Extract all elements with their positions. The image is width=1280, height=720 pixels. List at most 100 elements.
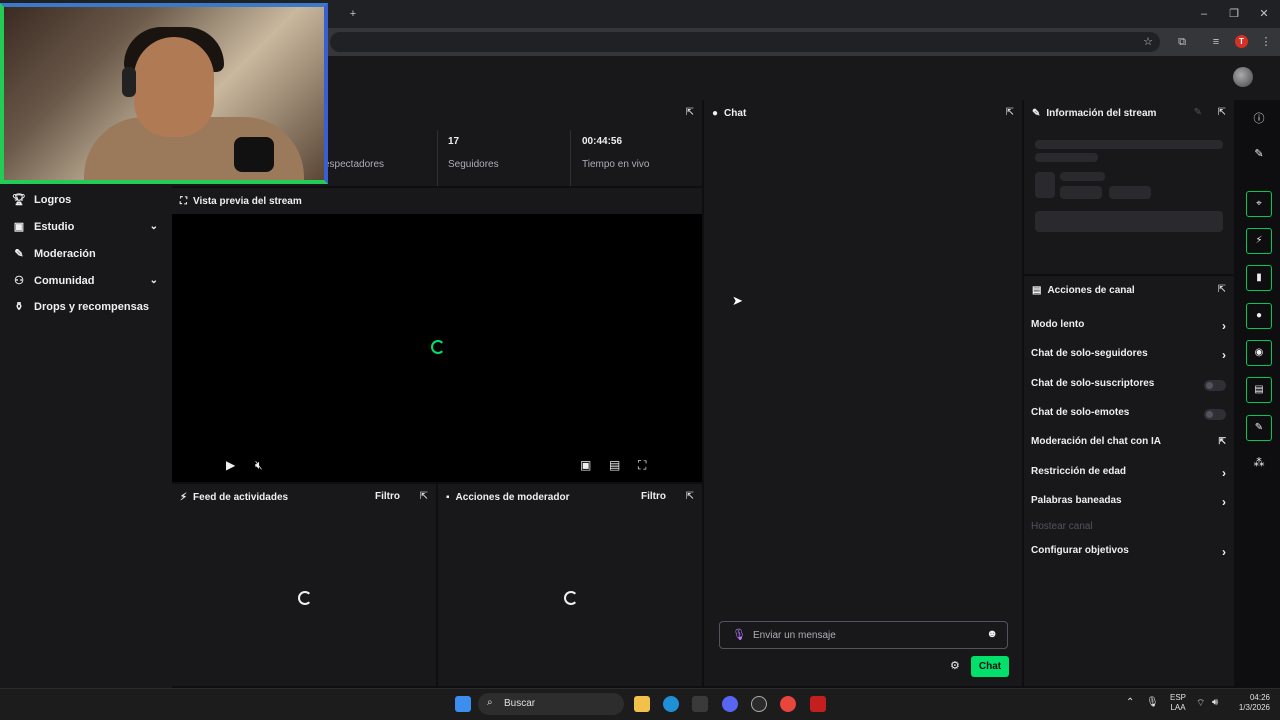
mod-actions-panel: ▪ Acciones de moderador Filtro ⇱ — [438, 484, 702, 686]
close-window-button[interactable]: ✕ — [1256, 7, 1272, 21]
chat-input[interactable]: 🎙︎ Enviar un mensaje ☻ — [719, 621, 1008, 649]
edge-icon[interactable] — [663, 696, 679, 712]
picture-in-picture-icon[interactable]: ▣ — [580, 458, 591, 472]
wifi-icon[interactable]: ⌔ — [1196, 697, 1205, 710]
emotes-only-toggle[interactable] — [1204, 409, 1226, 420]
stream-info-title: Información del stream — [1046, 107, 1157, 119]
popout-icon[interactable]: ⇱ — [686, 107, 694, 118]
action-banned-words[interactable]: Palabras baneadas › — [1031, 495, 1226, 511]
media-icon[interactable]: ≡ — [1208, 35, 1224, 49]
extensions-icon[interactable]: ⧉ — [1174, 35, 1190, 49]
action-slow-mode[interactable]: Modo lento › — [1031, 319, 1226, 335]
lang-bottom: LAA — [1170, 703, 1186, 712]
sidebar-item-drops[interactable]: ⚱ Drops y recompensas — [12, 300, 160, 314]
chevron-right-icon: › — [1222, 348, 1226, 362]
skeleton-bar — [1035, 211, 1223, 232]
sidebar-item-label: Drops y recompensas — [34, 300, 149, 313]
action-host-channel: Hostear canal — [1031, 521, 1226, 537]
lightning-icon[interactable]: ⚡︎ — [1246, 228, 1272, 254]
feed-filter-button[interactable]: Filtro — [375, 491, 400, 502]
subscribers-only-toggle[interactable] — [1204, 380, 1226, 391]
windows-start-icon[interactable] — [455, 696, 471, 712]
shield-icon: ▪ — [446, 491, 450, 503]
edit-pencil-icon[interactable]: ✎ — [1194, 107, 1202, 118]
action-label: Configurar objetivos — [1031, 545, 1129, 556]
chevron-down-icon: ⌄ — [149, 221, 158, 232]
language-indicator[interactable]: ESP LAA — [1170, 693, 1186, 713]
chevron-up-icon[interactable]: ⌃ — [1126, 697, 1134, 708]
action-followers-only[interactable]: Chat de solo-seguidores › — [1031, 348, 1226, 364]
sidebar-item-estudio[interactable]: ▣ Estudio ⌄ — [12, 220, 160, 234]
clock[interactable]: 04:26 1/3/2026 — [1232, 693, 1270, 713]
theatre-mode-icon[interactable]: ▤ — [609, 458, 620, 472]
layout-icon[interactable]: ▤ — [1246, 377, 1272, 403]
broadcast-icon[interactable]: ◉ — [1246, 340, 1272, 366]
microphone-icon[interactable]: 🎙︎ — [732, 628, 746, 641]
mute-icon[interactable]: 🔇︎ — [255, 458, 263, 473]
volume-icon[interactable]: 🔊︎ — [1212, 697, 1218, 708]
external-link-icon: ⇱ — [1218, 436, 1226, 446]
taskbar-search-label: Buscar — [504, 698, 536, 709]
user-avatar[interactable] — [1233, 67, 1253, 87]
wrench-icon[interactable]: ✎ — [1246, 415, 1272, 441]
action-ai-moderation[interactable]: Moderación del chat con IA ⇱ — [1031, 436, 1226, 452]
stat-followers-label: Seguidores — [448, 159, 499, 170]
action-configure-goals[interactable]: Configurar objetivos › — [1031, 545, 1226, 561]
sidebar-item-label: Moderación — [34, 247, 96, 260]
maximize-button[interactable]: ❐ — [1226, 7, 1242, 21]
browser-menu-icon[interactable]: ⋮ — [1258, 35, 1274, 49]
obs-icon[interactable] — [751, 696, 767, 712]
action-label: Modo lento — [1031, 319, 1085, 330]
settings-gear-icon[interactable]: ⚙ — [950, 659, 960, 672]
chat-title: Chat — [724, 107, 747, 119]
app-icon[interactable] — [810, 696, 826, 712]
file-explorer-icon[interactable] — [634, 696, 650, 712]
microphone-icon[interactable]: 🎙︎ — [1146, 697, 1159, 708]
webcam-overlay — [0, 3, 328, 184]
sidebar-item-label: Comunidad — [34, 274, 95, 287]
activity-feed-panel: ⚡︎ Feed de actividades Filtro ⇱ — [172, 484, 436, 686]
skeleton-tag — [1109, 186, 1151, 199]
action-age-restriction[interactable]: Restricción de edad › — [1031, 466, 1226, 482]
clip-icon[interactable]: ⌖ — [1246, 191, 1272, 217]
popout-icon[interactable]: ⇱ — [1218, 284, 1226, 295]
stat-viewers-label: espectadores — [324, 159, 385, 170]
sidebar-item-moderacion[interactable]: ✎ Moderación — [12, 247, 160, 261]
chat-bubble-icon[interactable]: ● — [1246, 303, 1272, 329]
chat-send-button[interactable]: Chat — [971, 656, 1009, 677]
chat-input-placeholder: Enviar un mensaje — [753, 630, 836, 641]
popout-icon[interactable]: ⇱ — [420, 491, 428, 502]
sidebar-item-comunidad[interactable]: ⚇ Comunidad ⌄ — [12, 274, 160, 288]
mod-filter-button[interactable]: Filtro — [641, 491, 666, 502]
store-icon[interactable] — [692, 696, 708, 712]
chevron-right-icon: › — [1222, 466, 1226, 480]
sidebar-item-logros[interactable]: 🏆︎ Logros — [12, 193, 160, 207]
edit-pencil-icon[interactable]: ✎ — [1246, 147, 1272, 167]
popout-icon[interactable]: ⇱ — [1218, 107, 1226, 118]
chevron-down-icon: ⌄ — [149, 275, 158, 286]
popout-icon[interactable]: ⇱ — [1006, 107, 1014, 118]
add-quick-action-icon[interactable]: ⁂ — [1246, 456, 1272, 476]
chrome-icon[interactable] — [780, 696, 796, 712]
profile-avatar[interactable]: T — [1235, 35, 1248, 48]
minimize-button[interactable]: – — [1196, 7, 1212, 21]
sidebar-item-label: Logros — [34, 193, 72, 206]
popout-icon[interactable]: ⇱ — [686, 491, 694, 502]
discord-icon[interactable] — [722, 696, 738, 712]
emote-icon[interactable]: ☻ — [986, 628, 998, 640]
action-label: Chat de solo-emotes — [1031, 407, 1130, 418]
chat-bubble-icon: ● — [712, 107, 719, 119]
info-icon[interactable]: ⓘ — [1246, 110, 1272, 130]
wrench-icon: ✎ — [1032, 107, 1041, 119]
wrench-icon: ✎ — [14, 248, 24, 260]
play-icon[interactable]: ▶ — [226, 458, 235, 472]
stream-preview-header: ⛶ Vista previa del stream — [172, 188, 702, 214]
document-icon[interactable]: ▮ — [1246, 265, 1272, 291]
skeleton-line — [1035, 140, 1223, 149]
fullscreen-icon[interactable]: ⛶ — [638, 458, 646, 473]
bookmark-star-icon[interactable]: ☆ — [1140, 35, 1156, 49]
people-icon: ⚇ — [14, 275, 24, 287]
new-tab-button[interactable]: + — [345, 7, 361, 21]
taskbar-search[interactable]: ⌕ Buscar — [478, 693, 624, 715]
address-input[interactable] — [330, 32, 1160, 52]
